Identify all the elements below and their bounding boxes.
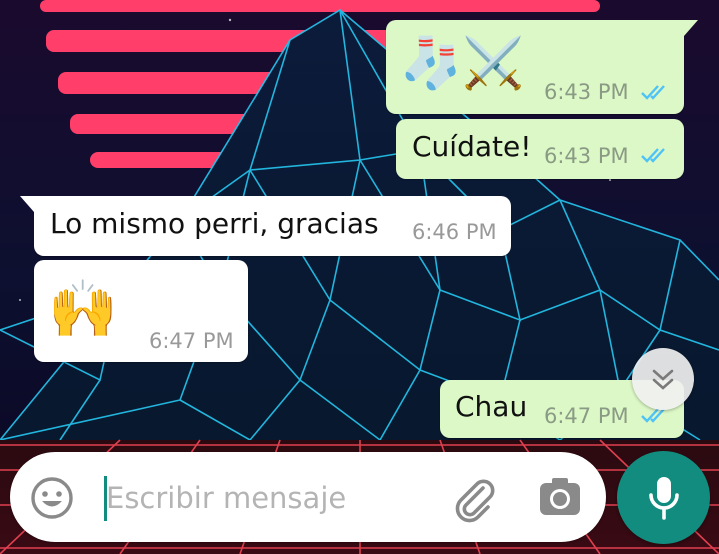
emoji-icon [31, 477, 73, 519]
microphone-icon [649, 477, 679, 520]
socks-sword-emoji: 🧦⚔️ [400, 34, 525, 92]
message-text: Cuídate! [412, 130, 532, 163]
message-bubble-incoming[interactable]: Lo mismo perri, gracias 6:46 PM [20, 196, 511, 256]
message-bubble-outgoing[interactable]: 🧦⚔️ 6:43 PM [386, 20, 698, 114]
bubble-tail [20, 196, 34, 212]
message-bubble-incoming[interactable]: 🙌 6:47 PM [34, 260, 248, 362]
message-text: Lo mismo perri, gracias [50, 207, 379, 240]
read-ticks-icon [641, 148, 665, 163]
message-time: 6:43 PM [544, 144, 629, 168]
attach-button[interactable] [448, 472, 500, 524]
paperclip-icon [455, 479, 495, 523]
message-input[interactable]: Escribir mensaje [106, 481, 346, 515]
message-text: Chau [455, 390, 528, 423]
camera-button[interactable] [536, 474, 584, 520]
message-time: 6:46 PM [412, 220, 497, 244]
message-time: 6:47 PM [544, 404, 629, 428]
camera-icon [540, 478, 580, 515]
message-time: 6:47 PM [149, 329, 234, 353]
double-chevron-down-icon [652, 369, 674, 390]
bubble-tail [684, 20, 698, 36]
message-bubble-outgoing[interactable]: Cuídate! 6:43 PM [396, 119, 684, 179]
raised-hands-emoji: 🙌 [48, 277, 118, 342]
message-composer: Escribir mensaje [10, 452, 606, 542]
emoji-button[interactable] [28, 474, 76, 522]
message-time: 6:43 PM [544, 80, 629, 104]
voice-message-button[interactable] [617, 451, 710, 544]
read-ticks-icon [641, 85, 665, 100]
scroll-to-bottom-button[interactable] [632, 348, 694, 410]
